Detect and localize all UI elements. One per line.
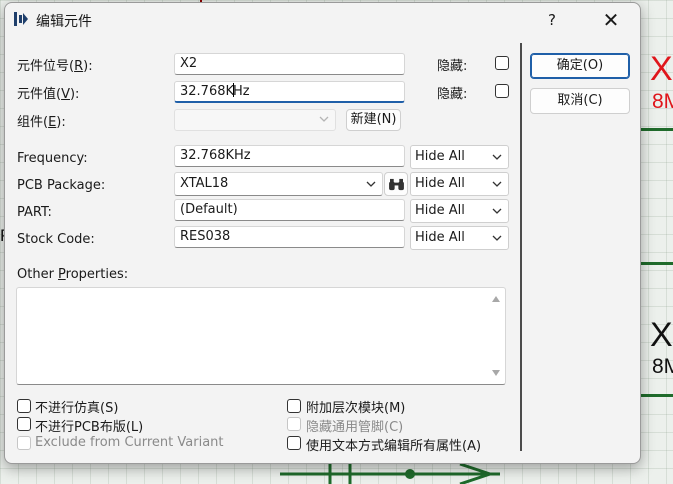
binoculars-icon bbox=[389, 178, 404, 191]
no-simulation-checkbox[interactable] bbox=[17, 399, 31, 413]
frequency-visibility-select[interactable]: Hide All bbox=[410, 145, 509, 169]
property-label-stock-code: Stock Code: bbox=[17, 232, 95, 247]
hidden-label: 隐藏: bbox=[437, 59, 468, 74]
reference-label: 元件位号(R): bbox=[17, 55, 93, 74]
reference-label-text: 元件位号( bbox=[17, 59, 75, 74]
property-label-pcb-package: PCB Package: bbox=[17, 178, 106, 193]
other-properties-label-key: P bbox=[58, 267, 66, 282]
value-hidden-checkbox[interactable] bbox=[495, 84, 509, 98]
chevron-down-icon bbox=[492, 208, 502, 214]
stock-code-visibility-select[interactable]: Hide All bbox=[410, 226, 509, 250]
reference-label-tail: ): bbox=[83, 59, 93, 74]
no-pcb-layout-label: 不进行PCB布版(L) bbox=[35, 420, 144, 435]
ok-button[interactable]: 确定(O) bbox=[530, 53, 630, 79]
pcb-package-visibility-value: Hide All bbox=[415, 176, 465, 191]
scroll-up-icon[interactable] bbox=[491, 294, 501, 304]
reference-label-key: R bbox=[74, 59, 84, 74]
chevron-down-icon bbox=[319, 116, 329, 122]
pcb-package-combo[interactable]: XTAL18 bbox=[174, 172, 383, 196]
stock-code-field[interactable]: RES038 bbox=[174, 226, 405, 248]
group-label: 组件(E): bbox=[17, 111, 66, 130]
attach-hierarchy-label: 附加层次模块(M) bbox=[306, 401, 406, 416]
other-properties-textarea[interactable] bbox=[16, 287, 506, 385]
reference-hidden-checkbox[interactable] bbox=[495, 56, 509, 70]
hide-common-pins-checkbox bbox=[287, 417, 301, 431]
hide-common-pins-label: 隐藏通用管脚(C) bbox=[306, 420, 404, 435]
pcb-package-value: XTAL18 bbox=[180, 176, 229, 191]
value-label: 元件值(V): bbox=[17, 83, 79, 102]
edit-all-as-text-checkbox[interactable] bbox=[287, 436, 301, 450]
value-label-key: V bbox=[61, 87, 70, 102]
hidden-label: 隐藏: bbox=[437, 87, 468, 102]
schematic-wire bbox=[640, 262, 673, 265]
chevron-down-icon bbox=[492, 235, 502, 241]
component-edit-icon bbox=[14, 12, 28, 26]
scroll-down-icon[interactable] bbox=[491, 368, 501, 378]
vertical-separator bbox=[520, 43, 522, 451]
edit-component-dialog: 编辑元件 ? ✕ 元件位号(R): X2 隐藏: 元件值(V): 32.768K… bbox=[4, 2, 641, 464]
value-field-text-a: 32.768K bbox=[180, 84, 235, 99]
reference-field[interactable]: X2 bbox=[174, 53, 405, 75]
value-field[interactable]: 32.768KHz bbox=[174, 81, 405, 103]
exclude-variant-label: Exclude from Current Variant bbox=[35, 435, 224, 450]
value-label-text: 元件值( bbox=[17, 87, 62, 102]
title-bar: 编辑元件 ? ✕ bbox=[5, 3, 640, 37]
schematic-label-8m: 8M bbox=[652, 355, 673, 378]
property-label-part: PART: bbox=[17, 205, 52, 220]
property-label-frequency: Frequency: bbox=[17, 151, 88, 166]
schematic-wire bbox=[640, 128, 673, 131]
other-properties-label-b: roperties: bbox=[65, 267, 129, 282]
schematic-wire bbox=[640, 394, 673, 397]
attach-hierarchy-checkbox[interactable] bbox=[287, 399, 301, 413]
no-pcb-layout-checkbox[interactable] bbox=[17, 417, 31, 431]
package-browse-button[interactable] bbox=[384, 172, 408, 196]
value-label-tail: ): bbox=[69, 87, 80, 102]
pcb-package-visibility-select[interactable]: Hide All bbox=[410, 172, 509, 196]
schematic-label-8m: 8M bbox=[652, 90, 673, 113]
help-button[interactable]: ? bbox=[537, 9, 567, 31]
other-properties-label: Other Properties: bbox=[17, 267, 128, 282]
group-label-tail: ): bbox=[56, 115, 66, 130]
stock-code-visibility-value: Hide All bbox=[415, 230, 465, 245]
chevron-down-icon bbox=[492, 181, 502, 187]
close-button[interactable]: ✕ bbox=[593, 9, 629, 31]
frequency-field[interactable]: 32.768KHz bbox=[174, 145, 405, 167]
frequency-visibility-value: Hide All bbox=[415, 149, 465, 164]
cancel-button[interactable]: 取消(C) bbox=[530, 88, 630, 114]
no-simulation-label: 不进行仿真(S) bbox=[35, 401, 119, 416]
dialog-title: 编辑元件 bbox=[36, 14, 92, 30]
exclude-variant-checkbox bbox=[17, 436, 31, 450]
value-field-text-b: Hz bbox=[233, 84, 250, 99]
other-properties-label-a: Other bbox=[17, 267, 59, 282]
schematic-label-x: X bbox=[650, 316, 673, 354]
chevron-down-icon bbox=[366, 181, 376, 187]
part-visibility-value: Hide All bbox=[415, 203, 465, 218]
new-group-button[interactable]: 新建(N) bbox=[346, 109, 401, 131]
schematic-label-x: X bbox=[650, 50, 673, 88]
chevron-down-icon bbox=[492, 154, 502, 160]
group-label-text: 组件( bbox=[17, 115, 49, 130]
edit-all-as-text-label: 使用文本方式编辑所有属性(A) bbox=[306, 439, 482, 454]
part-field[interactable]: (Default) bbox=[174, 199, 405, 221]
group-combo[interactable] bbox=[174, 109, 336, 131]
part-visibility-select[interactable]: Hide All bbox=[410, 199, 509, 223]
